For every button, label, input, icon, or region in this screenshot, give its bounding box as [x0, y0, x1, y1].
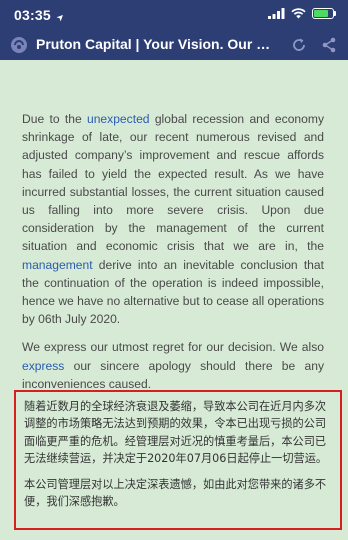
express-link[interactable]: express [22, 359, 64, 373]
battery-nub [334, 11, 336, 16]
chinese-paragraph-2: 本公司管理层对以上决定深表遗憾，如由此对您带来的诸多不便，我们深感抱歉。 [24, 477, 327, 509]
wifi-icon [291, 8, 306, 19]
page-title: Pruton Capital | Your Vision. Our Exp... [36, 36, 276, 52]
unexpected-link[interactable]: unexpected [87, 112, 150, 126]
clock-text: 03:35 [14, 7, 51, 23]
notice-text: We express our utmost regret for our dec… [22, 340, 324, 355]
site-icon[interactable] [10, 36, 28, 54]
notice-text: Due to the [22, 112, 87, 126]
browser-title-bar: Pruton Capital | Your Vision. Our Exp... [0, 30, 348, 60]
battery-indicator [312, 8, 336, 19]
battery-icon [312, 8, 334, 19]
status-indicators [268, 8, 336, 19]
status-time: 03:35 ➤ [14, 7, 67, 24]
status-bar: 03:35 ➤ [0, 0, 348, 30]
location-arrow-icon: ➤ [54, 10, 67, 24]
chinese-paragraph-1: 随着近数月的全球经济衰退及萎缩，导致本公司在近月内多次调整的市场策略无法达到预期… [24, 400, 328, 466]
notice-text: our sincere apology should there be any … [22, 358, 324, 391]
english-notice: Due to the unexpected global recession a… [22, 110, 324, 403]
reload-icon[interactable] [290, 36, 308, 54]
battery-fill [314, 10, 329, 17]
notice-paragraph-2: We express our utmost regret for our dec… [22, 338, 324, 393]
chinese-notice-highlight: 随着近数月的全球经济衰退及萎缩，导致本公司在近月内多次调整的市场策略无法达到预期… [14, 390, 342, 530]
management-link[interactable]: management [22, 258, 93, 272]
share-icon[interactable] [320, 36, 338, 54]
notice-text: global recession and economy shrinkage o… [22, 112, 324, 254]
signal-icon [268, 8, 285, 19]
notice-paragraph-1: Due to the unexpected global recession a… [22, 110, 324, 328]
